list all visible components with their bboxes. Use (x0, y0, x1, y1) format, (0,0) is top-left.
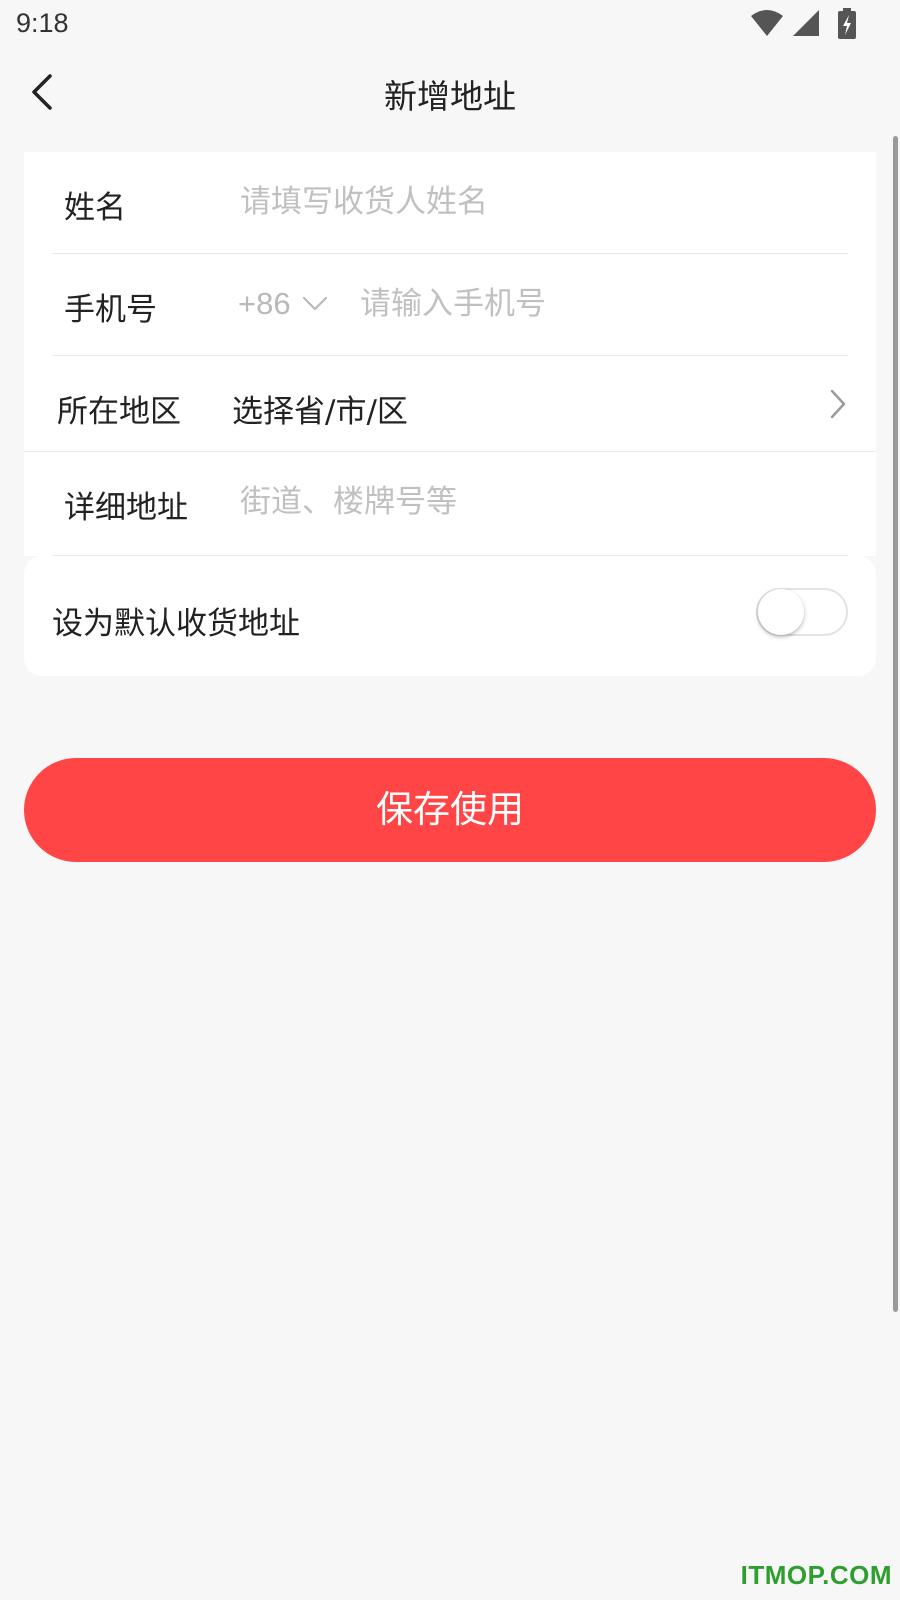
wifi-icon (750, 10, 783, 36)
default-address-label: 设为默认收货地址 (52, 606, 300, 642)
cellular-signal-icon (792, 10, 819, 36)
country-code: +86 (238, 286, 291, 321)
default-address-toggle[interactable] (756, 588, 848, 636)
region-label: 所在地区 (57, 394, 181, 430)
address-form: 姓名 手机号 +86 所在地区 选择省/市/区 详细地址 (24, 152, 876, 556)
scrollbar[interactable] (893, 136, 898, 1312)
name-label: 姓名 (64, 190, 126, 226)
watermark: ITMOP.COM (740, 1560, 892, 1590)
chevron-right-icon (830, 389, 846, 419)
name-row: 姓名 (24, 152, 876, 254)
region-value: 选择省/市/区 (232, 394, 408, 430)
default-address-card: 设为默认收货地址 (24, 556, 876, 676)
name-input[interactable] (240, 178, 840, 226)
status-icons (750, 8, 860, 40)
phone-row: 手机号 +86 (24, 254, 876, 356)
status-bar: 9:18 (0, 0, 900, 50)
save-button[interactable]: 保存使用 (24, 758, 876, 862)
status-time: 9:18 (16, 8, 69, 38)
country-code-select[interactable]: +86 (238, 286, 328, 326)
address-label: 详细地址 (64, 490, 188, 526)
page-title: 新增地址 (384, 77, 516, 116)
phone-input[interactable] (360, 280, 840, 328)
nav-bar: 新增地址 (0, 50, 900, 134)
address-row: 详细地址 (24, 452, 876, 556)
region-row[interactable]: 所在地区 选择省/市/区 (24, 356, 876, 452)
phone-label: 手机号 (64, 292, 157, 328)
address-input[interactable] (240, 478, 840, 526)
toggle-knob (758, 589, 804, 635)
chevron-down-icon (302, 296, 327, 311)
battery-charging-icon (838, 8, 856, 39)
